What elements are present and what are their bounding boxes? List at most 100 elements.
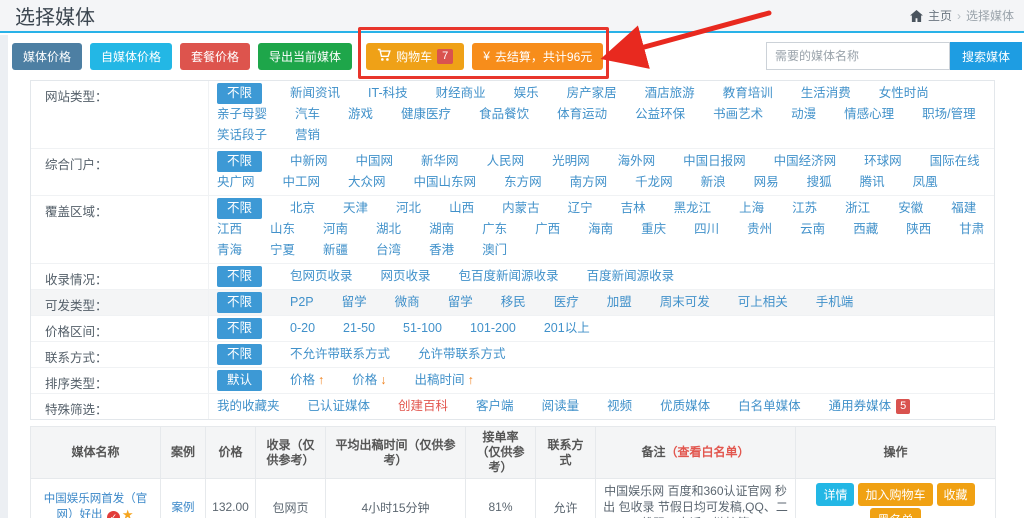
filter-option[interactable]: 阅读量 [542,396,580,417]
filter-option[interactable]: 中国经济网 [774,151,837,172]
filter-option[interactable]: 中新网 [290,151,328,172]
filter-option[interactable]: 汽车 [295,104,320,125]
filter-option[interactable]: 不限 [217,318,262,339]
filter-option[interactable]: IT-科技 [368,83,408,104]
media-price-button[interactable]: 媒体价格 [12,43,82,70]
filter-option[interactable]: 环球网 [864,151,902,172]
filter-option[interactable]: 白名单媒体 [738,396,801,417]
filter-option[interactable]: 移民 [501,292,526,313]
filter-option[interactable]: 情感心理 [844,104,894,125]
filter-option[interactable]: 甘肃 [959,219,984,240]
filter-option[interactable]: 广西 [535,219,560,240]
filter-option[interactable]: 允许带联系方式 [418,344,506,365]
filter-option[interactable]: 101-200 [470,318,516,339]
filter-option[interactable]: 公益环保 [635,104,685,125]
favorite-button[interactable]: 收藏 [937,483,975,506]
filter-option[interactable]: 东方网 [504,172,542,193]
filter-option[interactable]: 可上相关 [738,292,788,313]
whitelist-link[interactable]: （查看白名单） [666,445,750,459]
filter-option[interactable]: 手机端 [816,292,854,313]
filter-option[interactable]: 上海 [739,198,764,219]
filter-option[interactable]: 不限 [217,292,262,313]
filter-option[interactable]: 优质媒体 [660,396,710,417]
filter-option[interactable]: 腾讯 [860,172,885,193]
filter-option[interactable]: 默认 [217,370,262,391]
filter-option[interactable]: 已认证媒体 [308,396,371,417]
filter-option[interactable]: 中国网 [356,151,394,172]
filter-option[interactable]: 包网页收录 [290,266,353,287]
filter-option[interactable]: 河北 [396,198,421,219]
filter-option[interactable]: 海南 [588,219,613,240]
filter-option[interactable]: 台湾 [376,240,401,261]
filter-option[interactable]: 贵州 [747,219,772,240]
filter-option[interactable]: 辽宁 [568,198,593,219]
filter-option[interactable]: 大众网 [348,172,386,193]
filter-option[interactable]: 酒店旅游 [645,83,695,104]
filter-option[interactable]: 客户端 [476,396,514,417]
filter-option[interactable]: 职场/管理 [922,104,975,125]
filter-option[interactable]: 包百度新闻源收录 [459,266,559,287]
filter-option[interactable]: 北京 [290,198,315,219]
filter-option[interactable]: 黑龙江 [674,198,712,219]
filter-option[interactable]: 我的收藏夹 [217,396,280,417]
filter-option[interactable]: 不允许带联系方式 [290,344,390,365]
filter-option[interactable]: 山东 [270,219,295,240]
search-input[interactable] [766,42,950,70]
filter-option[interactable]: 百度新闻源收录 [587,266,675,287]
filter-option[interactable]: 湖南 [429,219,454,240]
filter-option[interactable]: 搜狐 [807,172,832,193]
filter-option[interactable]: 亲子母婴 [217,104,267,125]
filter-option[interactable]: 女性时尚 [879,83,929,104]
filter-option[interactable]: 周末可发 [660,292,710,313]
filter-option[interactable]: 微商 [395,292,420,313]
filter-option[interactable]: 新华网 [421,151,459,172]
filter-option[interactable]: 留学 [448,292,473,313]
filter-option[interactable]: 内蒙古 [502,198,540,219]
filter-option[interactable]: 浙江 [845,198,870,219]
filter-option[interactable]: 光明网 [552,151,590,172]
filter-option[interactable]: 千龙网 [635,172,673,193]
filter-option[interactable]: 生活消费 [801,83,851,104]
add-to-cart-button[interactable]: 加入购物车 [858,483,932,506]
favorite-star-icon[interactable]: ★ [122,507,134,518]
filter-option[interactable]: 不限 [217,266,262,287]
filter-option[interactable]: 不限 [217,198,262,219]
filter-option[interactable]: 不限 [217,344,262,365]
filter-option[interactable]: 宁夏 [270,240,295,261]
checkout-button[interactable]: ¥ 去结算，共计96元 [472,43,603,70]
filter-option[interactable]: 人民网 [487,151,525,172]
filter-option[interactable]: 央广网 [217,172,255,193]
filter-option[interactable]: 不限 [217,83,262,104]
filter-option[interactable]: 江苏 [792,198,817,219]
filter-option[interactable]: 青海 [217,240,242,261]
filter-option[interactable]: 201以上 [544,318,590,339]
filter-option[interactable]: 云南 [800,219,825,240]
self-media-price-button[interactable]: 自媒体价格 [90,43,172,70]
detail-button[interactable]: 详情 [816,483,854,506]
filter-option[interactable]: 中国山东网 [414,172,477,193]
filter-option[interactable]: 吉林 [621,198,646,219]
export-current-media-button[interactable]: 导出当前媒体 [258,43,352,70]
filter-option[interactable]: 新疆 [323,240,348,261]
filter-option[interactable]: 新闻资讯 [290,83,340,104]
filter-option[interactable]: 网易 [754,172,779,193]
filter-option[interactable]: 价格↓ [352,370,386,391]
filter-option[interactable]: 笑话段子 [217,125,267,146]
filter-option[interactable]: 湖北 [376,219,401,240]
filter-option[interactable]: 西藏 [853,219,878,240]
filter-option[interactable]: 重庆 [641,219,666,240]
filter-option[interactable]: 网页收录 [381,266,431,287]
filter-option[interactable]: 医疗 [554,292,579,313]
cart-button[interactable]: 购物车 7 [366,43,464,70]
filter-option[interactable]: 创建百科 [398,396,448,417]
filter-option[interactable]: 陕西 [906,219,931,240]
filter-option[interactable]: 中工网 [283,172,321,193]
filter-option[interactable]: 娱乐 [514,83,539,104]
filter-option[interactable]: 广东 [482,219,507,240]
filter-option[interactable]: 山西 [449,198,474,219]
filter-option[interactable]: 动漫 [791,104,816,125]
filter-option[interactable]: 中国日报网 [683,151,746,172]
filter-option[interactable]: 海外网 [618,151,656,172]
filter-option[interactable]: 51-100 [403,318,442,339]
filter-option[interactable]: 国际在线 [930,151,980,172]
